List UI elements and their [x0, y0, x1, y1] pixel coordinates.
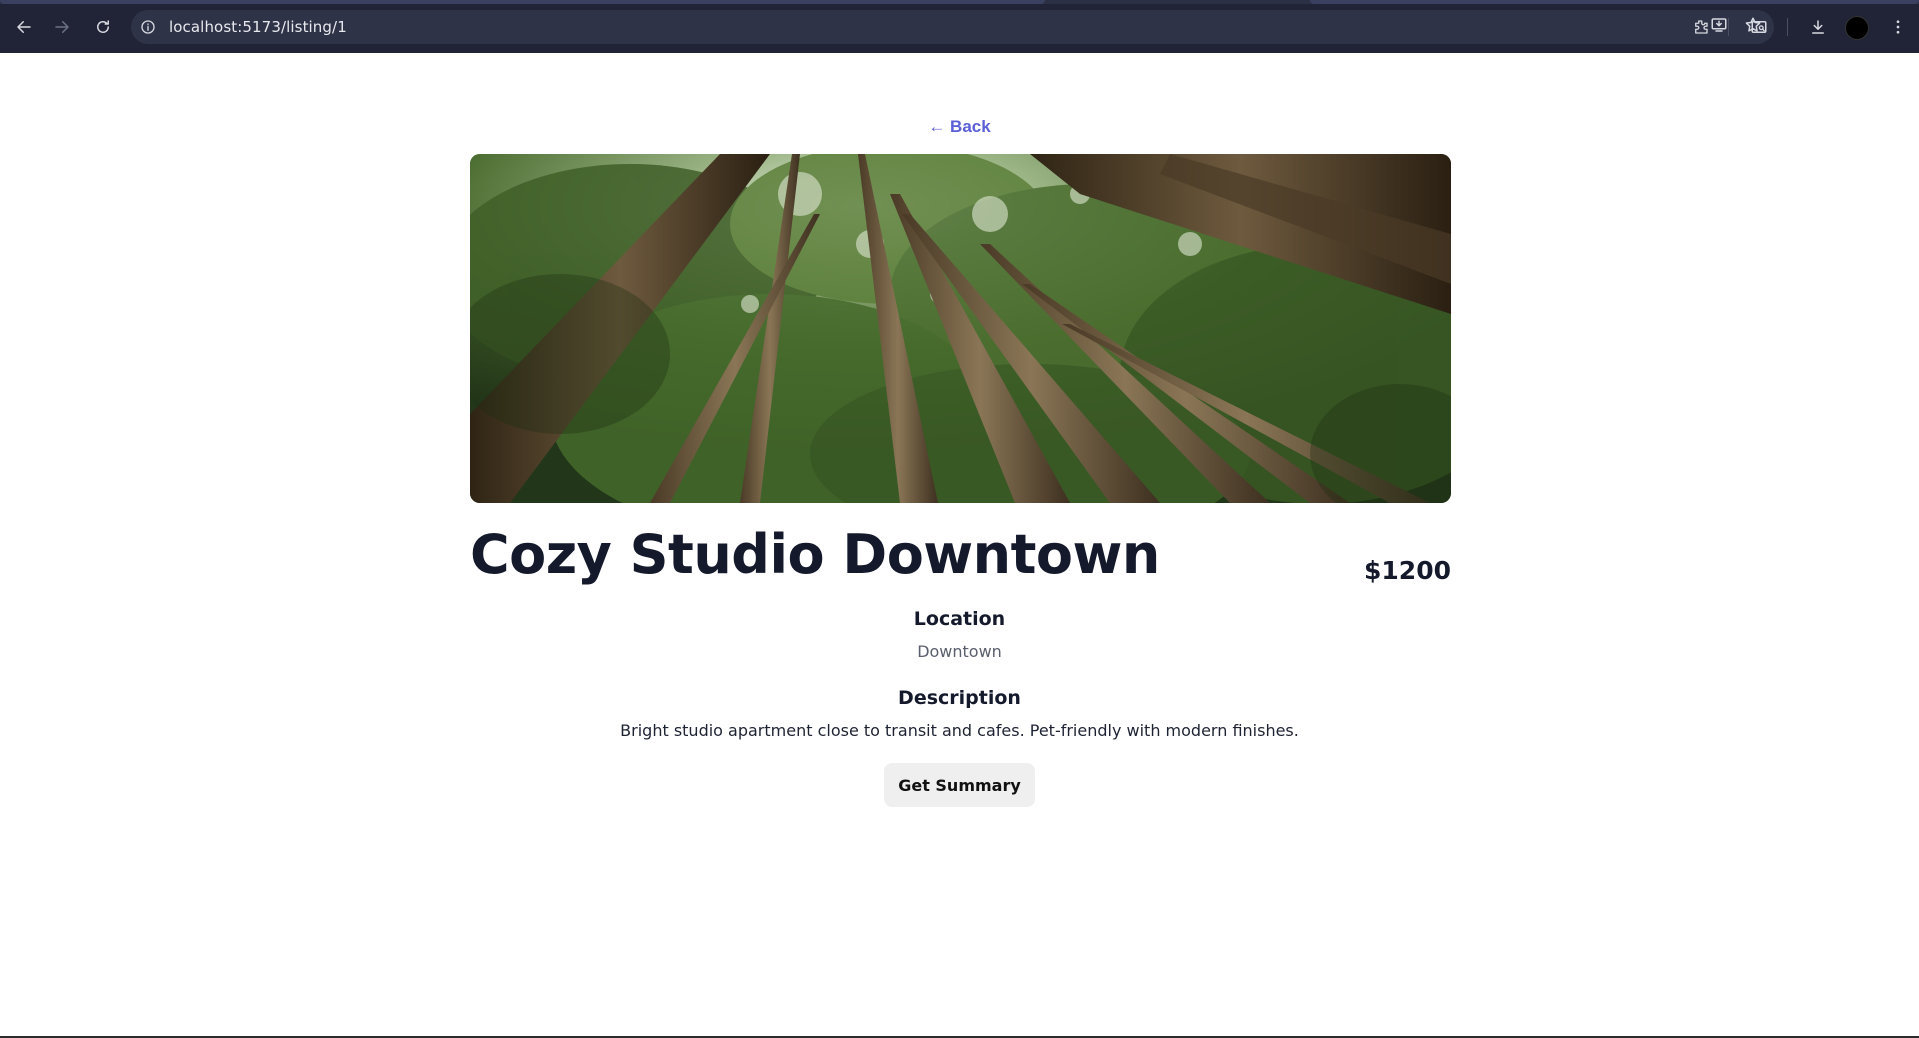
- get-summary-button[interactable]: Get Summary: [884, 763, 1035, 807]
- download-icon: [1812, 20, 1824, 34]
- summary-button-row: Get Summary: [0, 763, 1919, 807]
- arrow-right-icon: [55, 21, 69, 33]
- url-text[interactable]: localhost:5173/listing/1: [169, 18, 347, 36]
- arrow-left-icon: [17, 21, 31, 33]
- reload-icon: [97, 20, 109, 33]
- extensions-button[interactable]: [1687, 13, 1715, 41]
- site-info-icon[interactable]: [131, 10, 165, 44]
- listing-price: $1200: [1364, 556, 1451, 585]
- back-nav-button[interactable]: [10, 13, 38, 41]
- back-link[interactable]: ← Back: [0, 117, 1919, 137]
- kebab-menu-icon: [1896, 20, 1900, 34]
- browser-toolbar: localhost:5173/listing/1: [0, 0, 1919, 53]
- reload-button[interactable]: [89, 13, 117, 41]
- profile-avatar[interactable]: [1845, 16, 1869, 40]
- tab-strip: [0, 0, 1919, 4]
- description-heading: Description: [898, 687, 1021, 709]
- downloads-button[interactable]: [1804, 13, 1832, 41]
- listing-page: ← Back Cozy Studio Downtown $1200 Locati…: [0, 53, 1919, 1038]
- puzzle-icon: [1695, 20, 1708, 34]
- toolbar-divider: [1787, 18, 1788, 36]
- window-search-icon: [1751, 21, 1767, 33]
- toolbar-divider: [1728, 18, 1729, 36]
- location-heading: Location: [913, 608, 1006, 630]
- listing-title: Cozy Studio Downtown: [470, 523, 1160, 586]
- tab-search-button[interactable]: [1745, 13, 1773, 41]
- listing-hero-image: [470, 154, 1451, 503]
- forward-nav-button[interactable]: [48, 13, 76, 41]
- description-value: Bright studio apartment close to transit…: [620, 721, 1299, 740]
- browser-menu-button[interactable]: [1884, 13, 1912, 41]
- forest-canopy-image: [470, 154, 1451, 503]
- location-value: Downtown: [917, 642, 1002, 661]
- address-bar[interactable]: localhost:5173/listing/1: [131, 10, 1774, 44]
